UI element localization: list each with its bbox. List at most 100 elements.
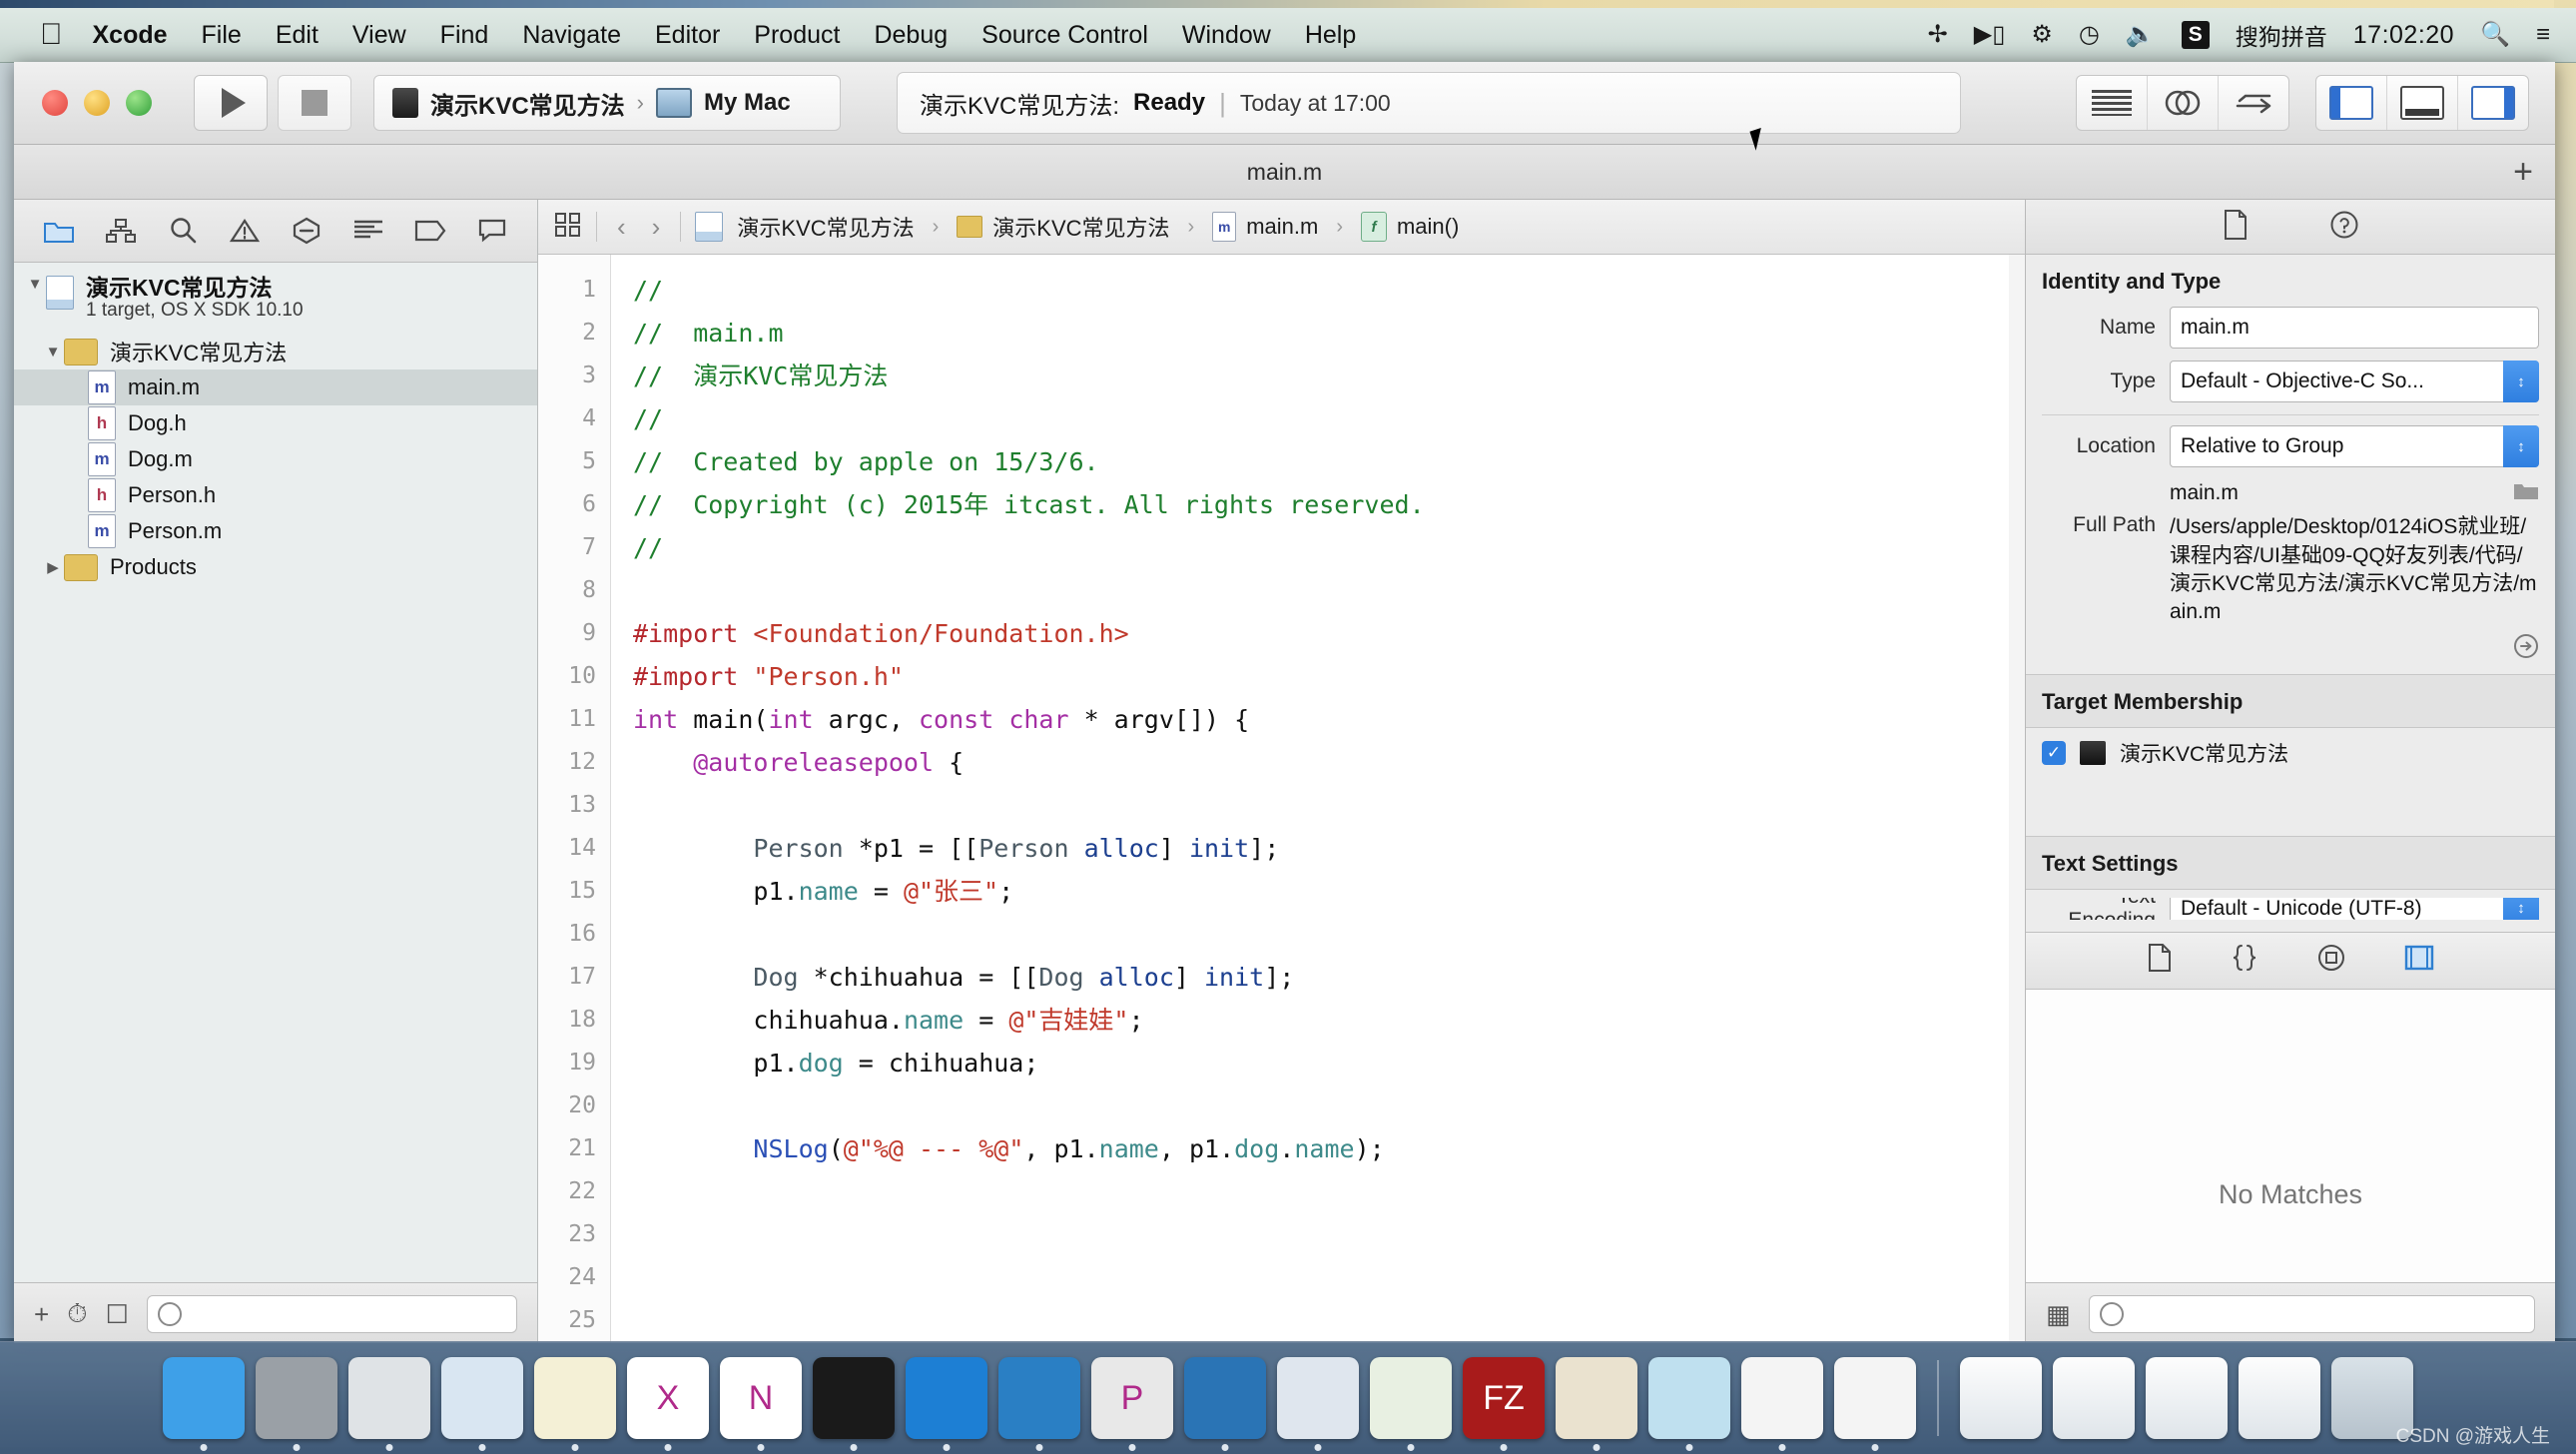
name-field[interactable]: main.m: [2170, 307, 2539, 349]
issue-navigator-icon[interactable]: [223, 211, 267, 251]
code-line[interactable]: int main(int argc, const char * argv[]) …: [633, 698, 2025, 741]
dock-desktop-stack[interactable]: [2146, 1357, 2228, 1439]
search-icon[interactable]: 🔍: [2480, 23, 2510, 47]
dock-item-iphone-simulator[interactable]: [998, 1357, 1080, 1439]
dock-item-quicktime-player[interactable]: [1277, 1357, 1359, 1439]
code-line[interactable]: // 演示KVC常见方法: [633, 355, 2025, 397]
code-line[interactable]: [633, 1170, 2025, 1213]
screen-record-icon[interactable]: ▶▯: [1974, 23, 2006, 47]
code-line[interactable]: Person *p1 = [[Person alloc] init];: [633, 827, 2025, 870]
dock-item-keynote[interactable]: [1741, 1357, 1823, 1439]
dock-item-notes[interactable]: [534, 1357, 616, 1439]
tree-item-person-h[interactable]: h Person.h: [14, 477, 537, 513]
code-line[interactable]: [633, 1256, 2025, 1299]
type-popup[interactable]: Default - Objective-C So... ↕: [2170, 361, 2539, 402]
code-line[interactable]: [633, 1213, 2025, 1256]
bluetooth-icon[interactable]: ⚙: [2031, 23, 2053, 47]
code-line[interactable]: [633, 569, 2025, 612]
breakpoint-navigator-icon[interactable]: [408, 211, 452, 251]
test-navigator-icon[interactable]: [285, 211, 328, 251]
dock-screenshots-stack[interactable]: [2239, 1357, 2320, 1439]
apple-icon[interactable]: : [40, 20, 63, 50]
standard-editor-button[interactable]: [2077, 76, 2148, 130]
code-line[interactable]: p1.dog = chihuahua;: [633, 1042, 2025, 1085]
back-button[interactable]: ‹: [611, 212, 632, 243]
code-line[interactable]: p1.name = @"张三";: [633, 870, 2025, 913]
location-popup[interactable]: Relative to Group ↕: [2170, 425, 2539, 467]
code-line[interactable]: //: [633, 397, 2025, 440]
code-line[interactable]: // Created by apple on 15/3/6.: [633, 440, 2025, 483]
tree-item-dog-m[interactable]: m Dog.m: [14, 441, 537, 477]
menu-item-debug[interactable]: Debug: [874, 21, 948, 50]
dock-item-xcode[interactable]: [906, 1357, 987, 1439]
time-machine-icon[interactable]: ◷: [2079, 23, 2100, 47]
sogou-ime-icon[interactable]: S: [2181, 21, 2210, 49]
code-line[interactable]: NSLog(@"%@ --- %@", p1.name, p1.dog.name…: [633, 1127, 2025, 1170]
menu-item-window[interactable]: Window: [1182, 21, 1271, 50]
dock-item-finder[interactable]: [163, 1357, 245, 1439]
dock-item-terminal[interactable]: [813, 1357, 895, 1439]
dock-item-charles[interactable]: [1648, 1357, 1730, 1439]
navigator-filter-input[interactable]: [146, 1295, 517, 1333]
dock-item-filezilla[interactable]: FZ: [1463, 1357, 1545, 1439]
dock-item-launchpad[interactable]: [348, 1357, 430, 1439]
tree-item-person-m[interactable]: m Person.m: [14, 513, 537, 549]
dock-downloads-stack[interactable]: [2053, 1357, 2135, 1439]
notification-center-icon[interactable]: ≡: [2536, 23, 2550, 47]
choose-folder-icon[interactable]: [2513, 479, 2539, 506]
tree-item-main-m[interactable]: m main.m: [14, 369, 537, 405]
target-membership-row[interactable]: ✓ 演示KVC常见方法: [2026, 728, 2555, 778]
related-items-icon[interactable]: [554, 212, 582, 243]
file-template-library-icon[interactable]: [2147, 943, 2173, 978]
library-filter-input[interactable]: [2088, 1295, 2535, 1333]
breadcrumb-file[interactable]: m main.m: [1212, 212, 1318, 242]
disclosure-triangle-icon[interactable]: [42, 344, 64, 361]
code-line[interactable]: //: [633, 526, 2025, 569]
utilities-toggle-button[interactable]: [2458, 76, 2528, 130]
add-tab-button[interactable]: +: [2513, 155, 2533, 189]
dock-item-snipaste[interactable]: [1184, 1357, 1266, 1439]
dock-item-keynote-alt[interactable]: [1834, 1357, 1916, 1439]
zoom-window-button[interactable]: [126, 90, 152, 116]
code-line[interactable]: [633, 1085, 2025, 1127]
code-line[interactable]: [633, 1299, 2025, 1342]
recent-files-icon[interactable]: ⏱: [67, 1298, 87, 1330]
media-library-icon[interactable]: [2404, 945, 2434, 976]
object-library-icon[interactable]: [2316, 943, 2346, 978]
navigator-toggle-button[interactable]: [2316, 76, 2387, 130]
grid-view-icon[interactable]: ▦: [2046, 1299, 2071, 1330]
dock-documents-stack[interactable]: [1960, 1357, 2042, 1439]
dock-item-virtualbox[interactable]: [1556, 1357, 1637, 1439]
menu-item-file[interactable]: File: [202, 21, 242, 50]
debug-navigator-icon[interactable]: [346, 211, 390, 251]
code-snippet-library-icon[interactable]: [2231, 943, 2258, 978]
scheme-selector[interactable]: 演示KVC常见方法 › My Mac: [373, 75, 841, 131]
menu-item-help[interactable]: Help: [1305, 21, 1356, 50]
clock[interactable]: 17:02:20: [2353, 21, 2454, 50]
project-navigator-icon[interactable]: [37, 211, 81, 251]
breadcrumb-symbol[interactable]: f main(): [1360, 212, 1459, 242]
report-navigator-icon[interactable]: [470, 211, 514, 251]
assistant-editor-button[interactable]: [2148, 76, 2219, 130]
version-editor-button[interactable]: [2219, 76, 2288, 130]
symbol-navigator-icon[interactable]: [99, 211, 143, 251]
menu-item-navigate[interactable]: Navigate: [522, 21, 621, 50]
code-line[interactable]: #import "Person.h": [633, 655, 2025, 698]
code-line[interactable]: //: [633, 269, 2025, 312]
code-line[interactable]: #import <Foundation/Foundation.h>: [633, 612, 2025, 655]
code-line[interactable]: @autoreleasepool {: [633, 741, 2025, 784]
forward-button[interactable]: ›: [646, 212, 667, 243]
dropbox-icon[interactable]: ✢: [1928, 23, 1948, 47]
code-line[interactable]: Dog *chihuahua = [[Dog alloc] init];: [633, 956, 2025, 999]
add-file-button[interactable]: +: [34, 1299, 49, 1330]
dock-item-microsoft-excel[interactable]: X: [627, 1357, 709, 1439]
dock-item-parallels[interactable]: [1370, 1357, 1452, 1439]
editor-vertical-scrollbar[interactable]: [2009, 255, 2025, 1343]
minimize-window-button[interactable]: [84, 90, 110, 116]
text-encoding-popup[interactable]: Default - Unicode (UTF-8) ↕: [2170, 897, 2539, 920]
menu-item-editor[interactable]: Editor: [655, 21, 720, 50]
quick-help-icon[interactable]: [2329, 210, 2359, 245]
menu-item-source-control[interactable]: Source Control: [981, 21, 1148, 50]
disclosure-triangle-icon[interactable]: [24, 276, 46, 293]
dock-item-system-preferences[interactable]: [256, 1357, 337, 1439]
